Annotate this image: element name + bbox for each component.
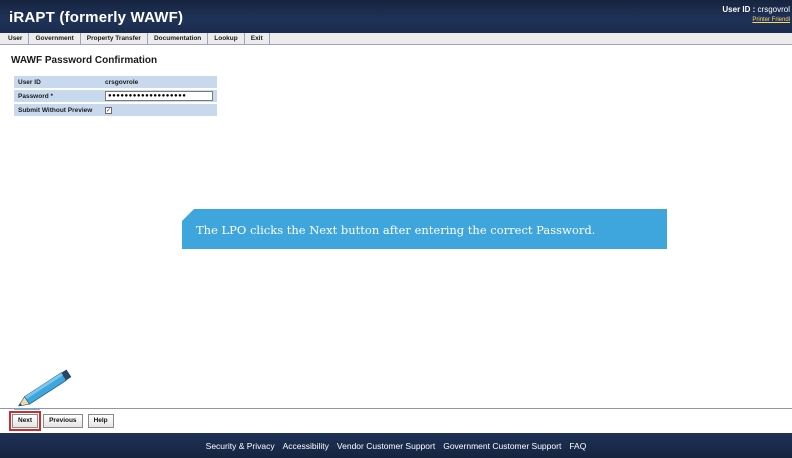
app-header: iRAPT (formerly WAWF) User ID : crsgovro… bbox=[0, 0, 792, 33]
footer-link-accessibility[interactable]: Accessibility bbox=[283, 441, 329, 451]
menu-bar: User Government Property Transfer Docume… bbox=[0, 32, 792, 45]
footer-link-security-privacy[interactable]: Security & Privacy bbox=[206, 441, 275, 451]
form-row-submit-without-preview: Submit Without Preview ✓ bbox=[14, 104, 217, 116]
password-field-cell: ●●●●●●●●●●●●●●●●●●● bbox=[101, 90, 217, 102]
previous-button[interactable]: Previous bbox=[43, 414, 83, 428]
pencil-icon bbox=[14, 369, 72, 410]
page-title: WAWF Password Confirmation bbox=[11, 55, 158, 66]
printer-friendly-link[interactable]: Printer Friendl bbox=[752, 17, 790, 23]
page: iRAPT (formerly WAWF) User ID : crsgovro… bbox=[0, 0, 792, 458]
submit-without-preview-label: Submit Without Preview bbox=[14, 104, 101, 116]
user-id-display: User ID : crsgovrol bbox=[722, 5, 790, 14]
user-id-field-value: crsgovrole bbox=[101, 76, 217, 88]
menu-item-user[interactable]: User bbox=[0, 32, 30, 45]
help-button[interactable]: Help bbox=[87, 414, 114, 428]
footer-link-government-support[interactable]: Government Customer Support bbox=[443, 441, 561, 451]
action-buttons: Next Previous Help bbox=[8, 411, 114, 431]
user-id-value: crsgovrol bbox=[757, 5, 790, 14]
form-row-password: Password * ●●●●●●●●●●●●●●●●●●● bbox=[14, 90, 217, 102]
password-confirmation-form: User ID crsgovrole Password * ●●●●●●●●●●… bbox=[14, 74, 217, 118]
footer: Security & Privacy Accessibility Vendor … bbox=[0, 433, 792, 458]
bottom-divider bbox=[0, 408, 792, 409]
form-row-user-id: User ID crsgovrole bbox=[14, 76, 217, 88]
app-title: iRAPT (formerly WAWF) bbox=[9, 9, 184, 26]
next-button[interactable]: Next bbox=[8, 411, 42, 431]
menu-item-government[interactable]: Government bbox=[29, 32, 81, 45]
tutorial-callout: The LPO clicks the Next button after ent… bbox=[182, 209, 667, 249]
user-id-field-label: User ID bbox=[14, 76, 101, 88]
footer-link-vendor-support[interactable]: Vendor Customer Support bbox=[337, 441, 435, 451]
menu-item-lookup[interactable]: Lookup bbox=[208, 32, 245, 45]
submit-without-preview-checkbox[interactable]: ✓ bbox=[105, 106, 112, 114]
menu-item-documentation[interactable]: Documentation bbox=[148, 32, 209, 45]
user-id-label: User ID : bbox=[722, 5, 756, 14]
menu-item-exit[interactable]: Exit bbox=[245, 32, 270, 45]
footer-link-faq[interactable]: FAQ bbox=[569, 441, 586, 451]
menu-item-property-transfer[interactable]: Property Transfer bbox=[81, 32, 148, 45]
submit-without-preview-cell: ✓ bbox=[101, 104, 217, 116]
password-input[interactable]: ●●●●●●●●●●●●●●●●●●● bbox=[105, 91, 213, 101]
password-field-label: Password * bbox=[14, 90, 101, 102]
